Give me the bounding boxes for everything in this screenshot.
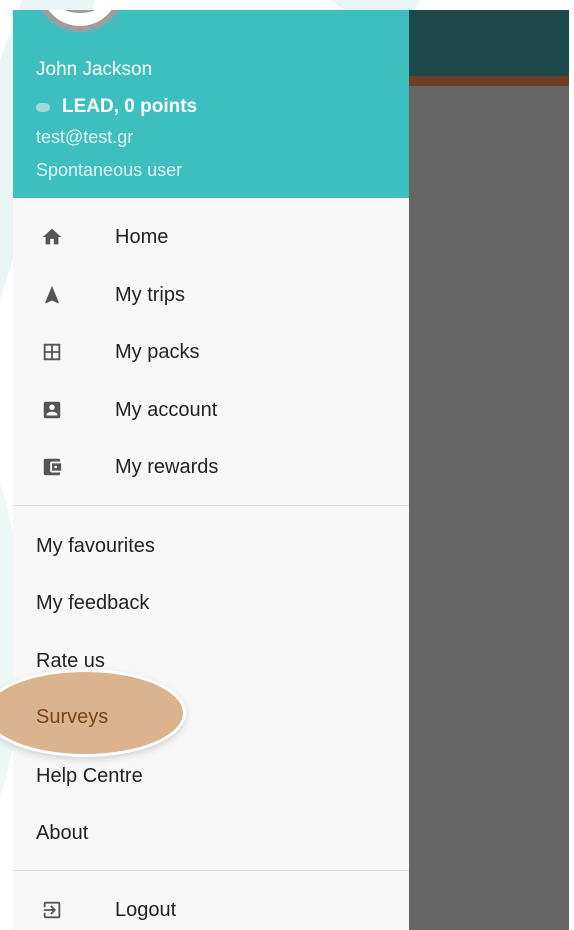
- drawer-scrim[interactable]: [409, 86, 569, 930]
- user-rank: LEAD, 0 points: [36, 96, 197, 118]
- user-email: test@test.gr: [36, 127, 134, 147]
- avatar[interactable]: [35, 10, 125, 32]
- menu-item-label: My trips: [115, 283, 185, 306]
- menu-item-label: Logout: [115, 898, 177, 921]
- menu-divider: [13, 505, 409, 506]
- user-name: John Jackson: [36, 59, 153, 80]
- rank-indicator-icon: [36, 102, 50, 112]
- account-box-icon: [39, 397, 65, 423]
- menu-item-logout[interactable]: Logout: [13, 885, 409, 930]
- menu-item-label: My rewards: [115, 455, 219, 478]
- menu-item-my-trips[interactable]: My trips: [13, 270, 409, 320]
- menu-item-label: Home: [115, 225, 169, 248]
- menu-item-rate-us[interactable]: Rate us: [36, 650, 105, 673]
- logout-icon: [39, 897, 65, 923]
- menu-item-home[interactable]: Home: [13, 212, 409, 262]
- menu-item-my-feedback[interactable]: My feedback: [36, 592, 149, 615]
- app-toolbar: [409, 10, 569, 76]
- menu-item-my-account[interactable]: My account: [13, 385, 409, 435]
- navigation-arrow-icon: [39, 282, 65, 308]
- home-icon: [39, 224, 65, 250]
- avatar-silhouette: [59, 10, 101, 13]
- grid-icon: [39, 339, 65, 365]
- menu-item-my-favourites[interactable]: My favourites: [36, 535, 155, 558]
- menu-item-my-rewards[interactable]: My rewards: [13, 442, 409, 492]
- navigation-drawer: John Jackson LEAD, 0 points test@test.gr…: [13, 10, 409, 930]
- menu-item-label: My account: [115, 398, 218, 421]
- menu-item-my-packs[interactable]: My packs: [13, 327, 409, 377]
- menu-item-help-centre[interactable]: Help Centre: [36, 765, 143, 788]
- drawer-header: John Jackson LEAD, 0 points test@test.gr…: [13, 10, 409, 198]
- menu-item-about[interactable]: About: [36, 822, 88, 845]
- menu-divider: [13, 870, 409, 871]
- menu-item-label: My packs: [115, 340, 200, 363]
- toolbar-accent-strip: [409, 76, 569, 86]
- user-type: Spontaneous user: [36, 160, 183, 180]
- menu-item-surveys[interactable]: Surveys: [36, 706, 108, 729]
- wallet-icon: [39, 454, 65, 480]
- rank-label: LEAD, 0 points: [62, 96, 198, 117]
